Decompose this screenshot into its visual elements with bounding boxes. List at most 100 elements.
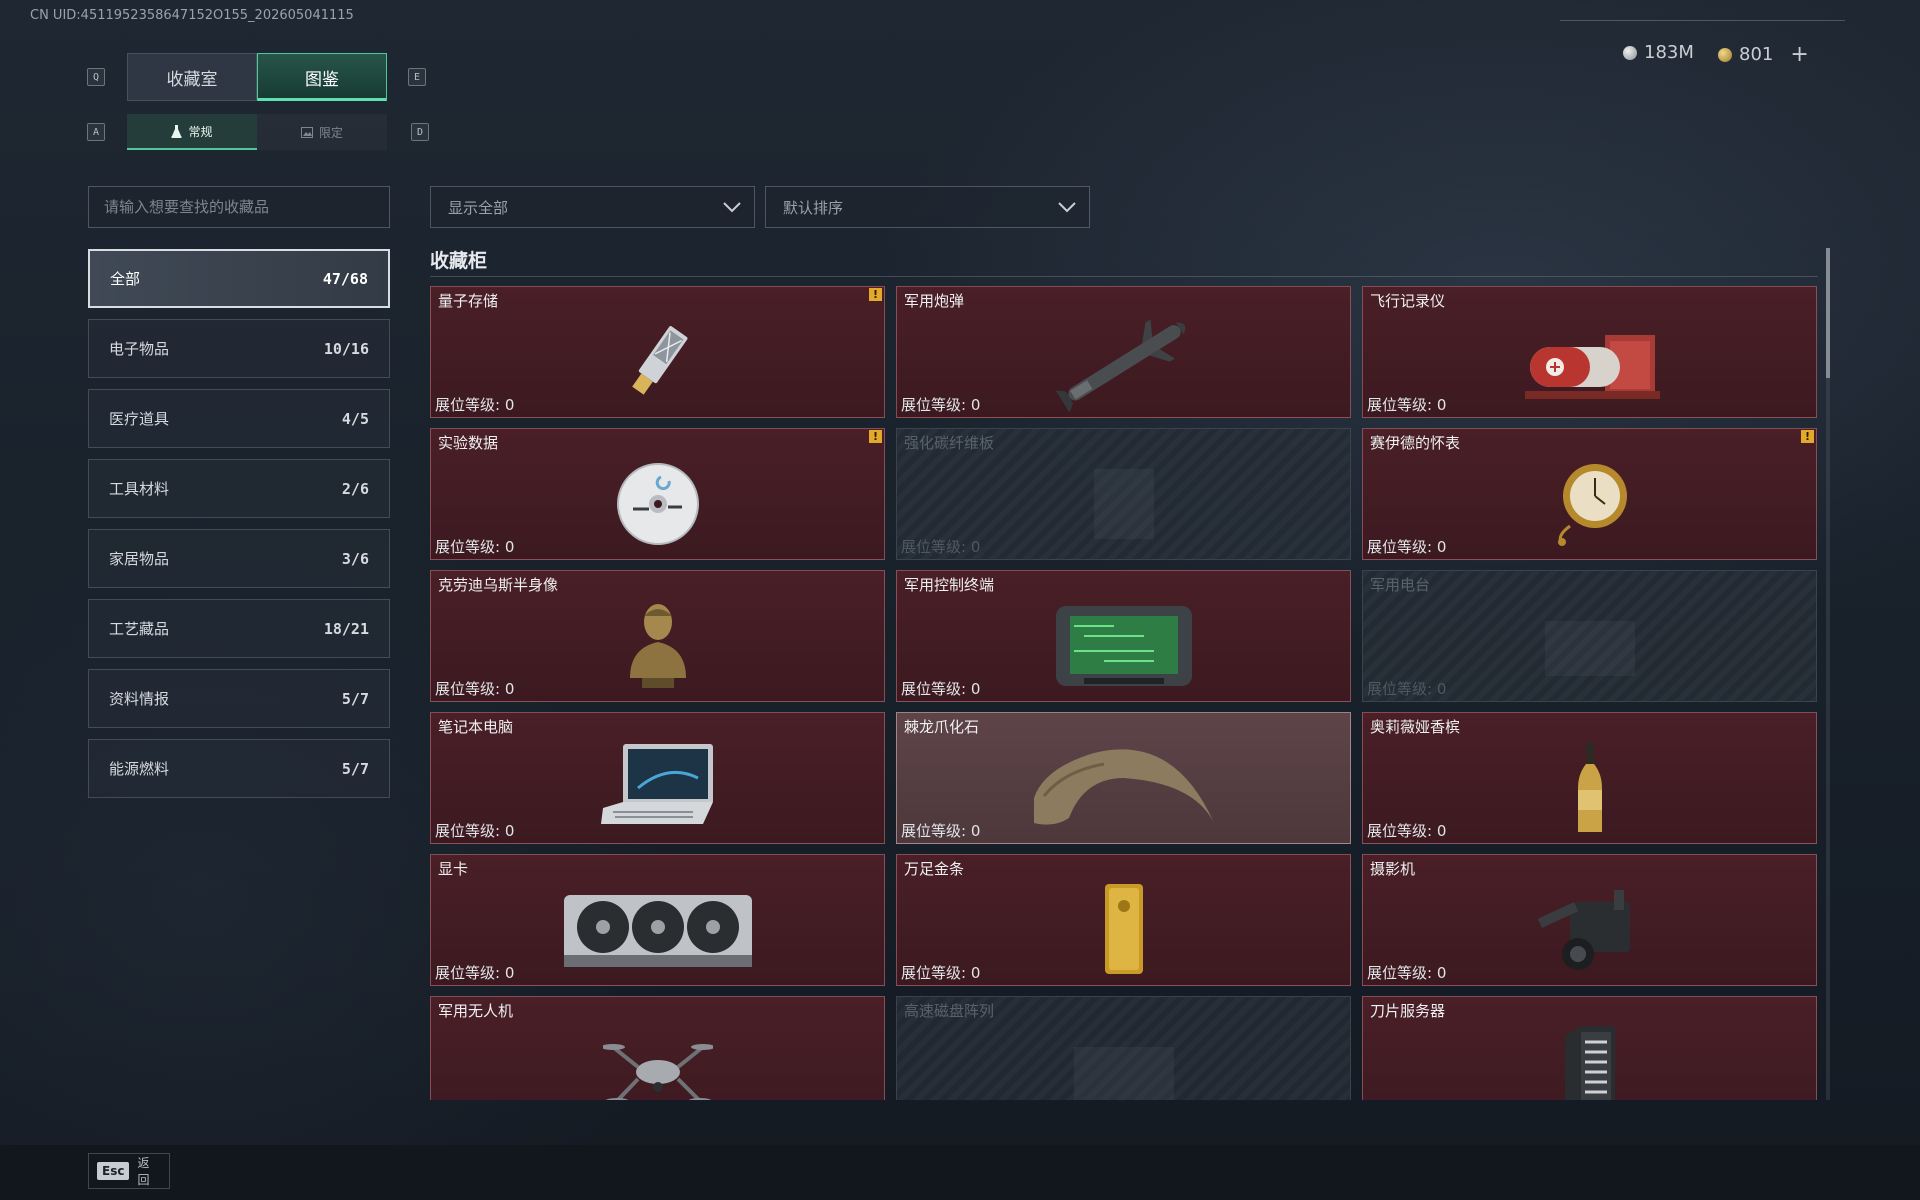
filter-dropdown-label: 显示全部 — [448, 198, 509, 217]
carbon-plate-icon — [1093, 469, 1154, 540]
chevron-down-icon — [723, 202, 741, 213]
add-currency-button[interactable]: + — [1790, 42, 1808, 67]
display-level: 展位等级: 0 — [1367, 680, 1447, 698]
section-title: 收藏柜 — [430, 250, 488, 272]
sort-dropdown[interactable]: 默认排序 — [765, 186, 1090, 228]
collection-card-locked[interactable]: 强化碳纤维板 展位等级: 0 — [896, 428, 1351, 560]
display-level: 展位等级: 0 — [901, 822, 981, 840]
gold-amount: 801 — [1739, 44, 1774, 65]
collection-card[interactable]: 军用炮弹 展位等级: 0 — [896, 286, 1351, 418]
category-label: 资料情报 — [109, 690, 170, 708]
usb-drive-icon — [631, 326, 687, 396]
blade-server-icon — [1564, 1026, 1615, 1100]
grid-scrollbar[interactable] — [1826, 248, 1830, 1100]
filter-dropdown[interactable]: 显示全部 — [430, 186, 755, 228]
tab-codex[interactable]: 图鉴 — [257, 53, 387, 101]
collection-card-locked[interactable]: 军用电台 展位等级: 0 — [1362, 570, 1817, 702]
claw-fossil-icon — [1033, 749, 1214, 826]
category-count: 5/7 — [341, 759, 369, 778]
collection-card[interactable]: 刀片服务器 展位等级: 0 — [1362, 996, 1817, 1100]
subtab-limited[interactable]: 限定 — [257, 114, 387, 150]
item-name: 飞行记录仪 — [1370, 292, 1446, 310]
laptop-icon — [600, 744, 713, 825]
category-count: 10/16 — [323, 339, 369, 358]
category-intel[interactable]: 资料情报 5/7 — [88, 669, 390, 728]
item-name: 军用电台 — [1370, 576, 1431, 594]
category-label: 医疗道具 — [109, 410, 170, 428]
category-list: 全部 47/68 电子物品 10/16 医疗道具 4/5 工具材料 2/6 家居物品 3/… — [88, 249, 390, 809]
collection-card[interactable]: 军用控制终端 展位等级: 0 — [896, 570, 1351, 702]
item-name: 摄影机 — [1370, 860, 1416, 878]
drone-icon — [602, 1044, 713, 1100]
display-level: 展位等级: 0 — [435, 822, 515, 840]
radio-icon — [1544, 621, 1635, 677]
collection-card[interactable]: 军用无人机 展位等级: 0 — [430, 996, 885, 1100]
display-level: 展位等级: 0 — [435, 396, 515, 414]
item-name: 军用控制终端 — [904, 576, 995, 594]
category-electronics[interactable]: 电子物品 10/16 — [88, 319, 390, 378]
gold-currency: 801 + — [1718, 42, 1809, 67]
display-level: 展位等级: 0 — [435, 964, 515, 982]
category-count: 5/7 — [341, 689, 369, 708]
key-hint-a: A — [87, 123, 105, 141]
control-terminal-icon — [1055, 606, 1192, 687]
category-count: 2/6 — [341, 479, 369, 498]
collection-card[interactable]: 赛伊德的怀表 ! 展位等级: 0 — [1362, 428, 1817, 560]
collection-card-locked[interactable]: 高速磁盘阵列 展位等级: 0 — [896, 996, 1351, 1100]
category-all[interactable]: 全部 47/68 — [88, 249, 390, 308]
warning-icon: ! — [869, 288, 882, 301]
category-crafts[interactable]: 工艺藏品 18/21 — [88, 599, 390, 658]
category-label: 全部 — [110, 270, 141, 288]
display-level: 展位等级: 0 — [901, 964, 981, 982]
key-hint-d: D — [411, 123, 429, 141]
collection-card[interactable]: 实验数据 ! 展位等级: 0 — [430, 428, 885, 560]
search-input[interactable] — [88, 186, 390, 228]
top-divider — [1560, 20, 1845, 21]
back-button[interactable]: Esc 返回 — [88, 1153, 170, 1189]
item-name: 显卡 — [438, 860, 469, 878]
collection-card[interactable]: 摄影机 展位等级: 0 — [1362, 854, 1817, 986]
player-uid: CN UID:4511952358647152O155_202605041115 — [30, 8, 354, 23]
item-name: 量子存储 — [438, 292, 499, 310]
collection-card[interactable]: 飞行记录仪 展位等级: 0 — [1362, 286, 1817, 418]
category-count: 18/21 — [323, 619, 369, 638]
back-label: 返回 — [137, 1156, 150, 1187]
item-name: 实验数据 — [438, 434, 499, 452]
subtab-normal[interactable]: 常规 — [127, 114, 257, 150]
display-level: 展位等级: 0 — [901, 396, 981, 414]
collection-card[interactable]: 笔记本电脑 展位等级: 0 — [430, 712, 885, 844]
category-energy[interactable]: 能源燃料 5/7 — [88, 739, 390, 798]
collection-card-selected[interactable]: 棘龙爪化石 展位等级: 0 — [896, 712, 1351, 844]
scrollbar-thumb[interactable] — [1826, 248, 1830, 378]
item-name: 高速磁盘阵列 — [904, 1002, 995, 1020]
category-medical[interactable]: 医疗道具 4/5 — [88, 389, 390, 448]
category-household[interactable]: 家居物品 3/6 — [88, 529, 390, 588]
collection-card[interactable]: 奥莉薇娅香槟 展位等级: 0 — [1362, 712, 1817, 844]
collection-card[interactable]: 万足金条 展位等级: 0 — [896, 854, 1351, 986]
item-name: 军用炮弹 — [904, 292, 965, 310]
category-count: 4/5 — [341, 409, 369, 428]
category-tools[interactable]: 工具材料 2/6 — [88, 459, 390, 518]
bottom-bar — [0, 1145, 1920, 1200]
disc-icon — [616, 463, 699, 546]
gold-coin-icon — [1718, 47, 1732, 62]
silver-currency: 183M — [1623, 42, 1694, 63]
display-level: 展位等级: 0 — [1367, 964, 1447, 982]
category-label: 电子物品 — [109, 340, 170, 358]
disk-array-icon — [1073, 1047, 1174, 1100]
display-level: 展位等级: 0 — [1367, 822, 1447, 840]
category-label: 能源燃料 — [109, 760, 170, 778]
display-level: 展位等级: 0 — [901, 680, 981, 698]
item-name: 克劳迪乌斯半身像 — [438, 576, 559, 594]
subtab-limited-label: 限定 — [318, 125, 343, 140]
collection-card[interactable]: 量子存储 ! 展位等级: 0 — [430, 286, 885, 418]
silver-coin-icon — [1623, 45, 1637, 60]
gpu-icon — [563, 895, 752, 968]
collection-card[interactable]: 显卡 展位等级: 0 — [430, 854, 885, 986]
tab-collection-room[interactable]: 收藏室 — [127, 53, 257, 101]
item-name: 万足金条 — [904, 860, 965, 878]
missile-icon — [1055, 319, 1185, 413]
warning-icon: ! — [869, 430, 882, 443]
collection-card[interactable]: 克劳迪乌斯半身像 展位等级: 0 — [430, 570, 885, 702]
item-name: 赛伊德的怀表 — [1370, 434, 1461, 452]
